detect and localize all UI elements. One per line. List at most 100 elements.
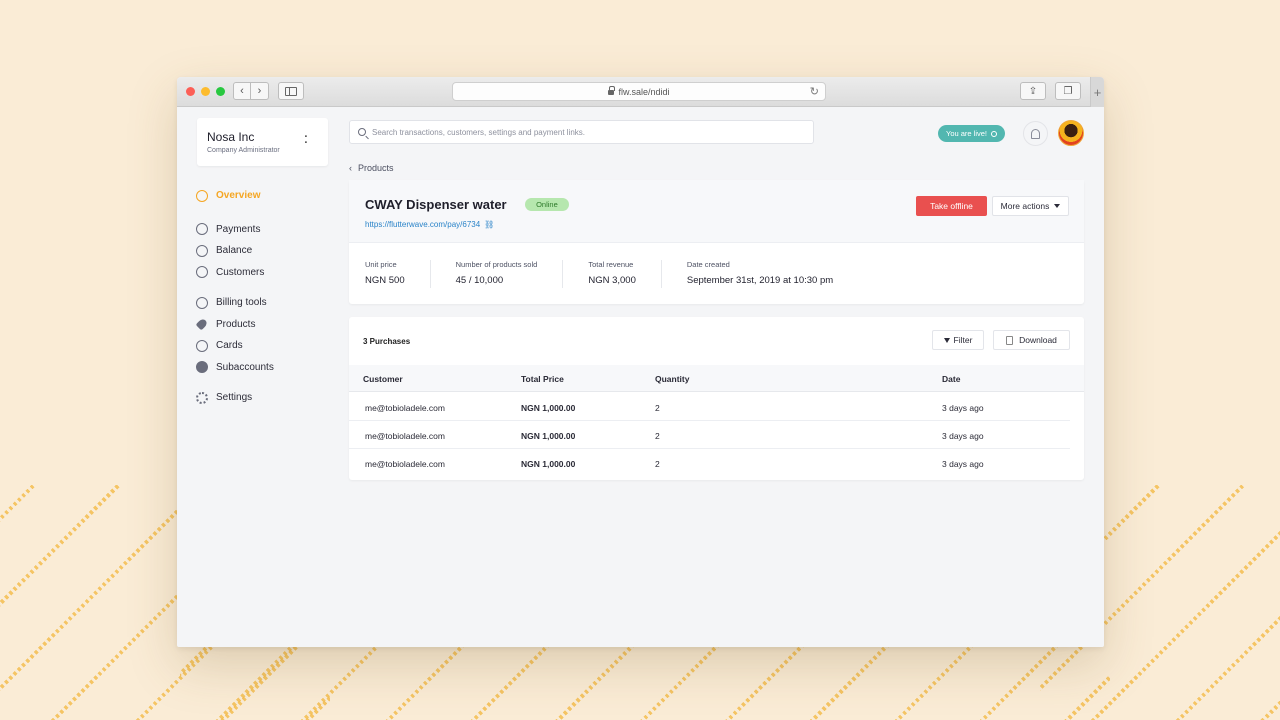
search-icon [358, 128, 366, 136]
sidebar-item-customers[interactable]: Customers [196, 262, 346, 284]
address-bar[interactable]: flw.sale/ndidi ↻ [452, 82, 826, 101]
caret-down-icon [1054, 204, 1061, 208]
cell-date: 3 days ago [942, 431, 984, 441]
more-actions-button[interactable]: More actions [992, 196, 1069, 216]
avatar[interactable] [1058, 120, 1084, 146]
cell-date: 3 days ago [942, 403, 984, 413]
cell-quantity: 2 [655, 459, 660, 469]
more-actions-label: More actions [1000, 201, 1050, 211]
back-button[interactable]: ‹ [233, 82, 251, 100]
info-icon [991, 130, 998, 137]
gear-icon [196, 391, 208, 404]
forward-button[interactable]: › [251, 82, 269, 100]
tabs-icon: ❐ [1063, 85, 1073, 97]
more-vertical-icon[interactable]: · · [304, 132, 308, 149]
window-controls [186, 87, 225, 96]
sidebar-item-payments[interactable]: Payments [196, 219, 346, 241]
gauge-icon [196, 189, 208, 202]
lock-icon [608, 86, 616, 95]
chevron-left-icon: ‹ [349, 163, 352, 173]
stat-value: NGN 500 [365, 275, 405, 286]
subaccounts-icon [196, 361, 208, 374]
sidebar-nav: Overview Payments Balance Customers Bill… [195, 185, 346, 409]
document-icon [1006, 335, 1014, 345]
sidebar-item-cards[interactable]: Cards [196, 335, 346, 357]
column-header-total-price[interactable]: Total Price [521, 374, 564, 384]
billing-icon [196, 296, 208, 309]
column-header-date[interactable]: Date [942, 374, 960, 384]
maximize-window-button[interactable] [216, 87, 225, 96]
sidebar-item-label: Settings [216, 392, 253, 404]
sidebar-item-label: Products [216, 318, 256, 330]
table-row[interactable]: me@tobioladele.com NGN 1,000.00 2 3 days… [349, 421, 1070, 449]
balance-icon [196, 244, 208, 257]
stat-value: September 31st, 2019 at 10:30 pm [686, 275, 834, 286]
url-text: flw.sale/ndidi [618, 86, 670, 97]
stat-value: 45 / 10,000 [455, 275, 504, 286]
column-header-customer[interactable]: Customer [363, 374, 403, 384]
sidebar-item-label: Cards [216, 340, 243, 352]
status-badge: Online [525, 198, 569, 211]
new-tab-button[interactable]: + [1090, 77, 1104, 107]
history-nav: ‹ › [233, 82, 269, 100]
purchases-title: 3 Purchases [363, 337, 411, 346]
tabs-overview-button[interactable]: ❐ [1055, 82, 1081, 100]
stat-label: Date created [686, 260, 730, 269]
table-header: Customer Total Price Quantity Date [349, 365, 1084, 392]
search-input[interactable] [372, 127, 792, 137]
column-header-quantity[interactable]: Quantity [655, 374, 689, 384]
sidebar-item-label: Overview [216, 190, 261, 202]
close-window-button[interactable] [186, 87, 195, 96]
live-status-badge[interactable]: You are live! [938, 125, 1006, 142]
chevron-right-icon: › [257, 85, 262, 97]
product-title: CWAY Dispenser water [365, 197, 507, 212]
product-header: CWAY Dispenser water Online https://flut… [349, 180, 1084, 243]
minimize-window-button[interactable] [201, 87, 210, 96]
download-button[interactable]: Download [993, 330, 1070, 350]
breadcrumb[interactable]: ‹ Products [349, 163, 394, 173]
sidebar-item-label: Balance [216, 245, 253, 257]
table-row[interactable]: me@tobioladele.com NGN 1,000.00 2 3 days… [349, 393, 1070, 421]
customers-icon [196, 266, 208, 279]
browser-window: ‹ › flw.sale/ndidi ↻ ⇪ ❐ + Nosa Inc Comp… [177, 77, 1104, 647]
cell-total-price: NGN 1,000.00 [521, 403, 576, 413]
cell-customer: me@tobioladele.com [365, 403, 445, 413]
product-link[interactable]: https://flutterwave.com/pay/6734 ⛓ [365, 220, 1068, 229]
notifications-button[interactable] [1023, 121, 1048, 146]
sidebar-item-overview[interactable]: Overview [196, 185, 346, 207]
product-stats: Unit price NGN 500 Number of products so… [349, 243, 1084, 288]
download-label: Download [1019, 335, 1057, 345]
sidebar-item-settings[interactable]: Settings [196, 387, 346, 409]
chevron-left-icon: ‹ [240, 85, 244, 97]
sidebar-item-products[interactable]: Products [195, 314, 346, 336]
sidebar-item-billing-tools[interactable]: Billing tools [196, 292, 346, 314]
take-offline-button[interactable]: Take offline [916, 196, 987, 216]
cell-quantity: 2 [655, 403, 660, 413]
stat-label: Unit price [365, 260, 397, 269]
sidebar-icon [285, 86, 297, 96]
share-button[interactable]: ⇪ [1020, 82, 1046, 100]
filter-button[interactable]: Filter [932, 330, 984, 350]
sidebar-item-subaccounts[interactable]: Subaccounts [196, 357, 346, 379]
stat-value: NGN 3,000 [588, 275, 636, 286]
cell-customer: me@tobioladele.com [365, 459, 445, 469]
sidebar-toggle-button[interactable] [278, 82, 304, 100]
sidebar-item-label: Billing tools [216, 297, 267, 309]
sidebar-item-label: Payments [216, 223, 261, 235]
card-icon [196, 339, 208, 352]
purchases-card: 3 Purchases Filter Download Customer Tot… [349, 317, 1084, 480]
bell-icon [1031, 128, 1040, 139]
cell-total-price: NGN 1,000.00 [521, 459, 576, 469]
payments-icon [196, 223, 208, 236]
filter-label: Filter [953, 335, 973, 345]
org-switcher[interactable]: Nosa Inc Company Administrator · · [197, 118, 328, 166]
breadcrumb-label: Products [358, 163, 394, 173]
org-name: Nosa Inc [207, 130, 255, 144]
search-bar [349, 120, 814, 144]
sidebar-item-balance[interactable]: Balance [196, 240, 346, 262]
reload-icon[interactable]: ↻ [810, 85, 819, 98]
cell-quantity: 2 [655, 431, 660, 441]
cell-customer: me@tobioladele.com [365, 431, 445, 441]
stat-unit-price: Unit price NGN 500 [365, 260, 431, 288]
table-row[interactable]: me@tobioladele.com NGN 1,000.00 2 3 days… [349, 449, 1070, 477]
